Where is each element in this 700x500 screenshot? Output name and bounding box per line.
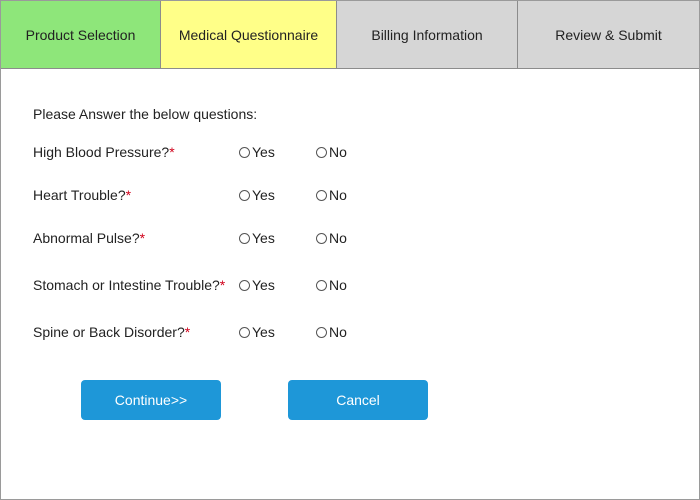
question-label: Abnormal Pulse?* [33,230,145,246]
radio-option-yes[interactable]: Yes [239,144,275,160]
question-text: Heart Trouble? [33,187,126,203]
tab-medical-questionnaire[interactable]: Medical Questionnaire [161,1,337,68]
question-abnormal-pulse: Abnormal Pulse?* Yes No [1,230,699,250]
radio-label-yes: Yes [252,144,275,160]
tab-label: Review & Submit [555,26,662,43]
tab-label: Product Selection [25,26,136,43]
question-label: Heart Trouble?* [33,187,131,203]
radio-button[interactable] [316,327,327,338]
radio-label-yes: Yes [252,230,275,246]
required-marker: * [125,187,132,203]
question-stomach-intestine-trouble: Stomach or Intestine Trouble?* Yes No [1,277,699,297]
radio-option-no[interactable]: No [316,230,347,246]
tab-label: Medical Questionnaire [178,26,319,43]
radio-option-yes[interactable]: Yes [239,187,275,203]
radio-label-yes: Yes [252,277,275,293]
radio-label-yes: Yes [252,187,275,203]
radio-label-no: No [329,144,347,160]
radio-option-no[interactable]: No [316,277,347,293]
continue-button[interactable]: Continue>> [81,380,221,420]
question-high-blood-pressure: High Blood Pressure?* Yes No [1,144,699,164]
radio-button[interactable] [316,233,327,244]
question-label: High Blood Pressure?* [33,144,175,160]
radio-option-no[interactable]: No [316,144,347,160]
radio-button[interactable] [239,327,250,338]
tab-billing-information[interactable]: Billing Information [337,1,518,68]
tab-review-submit[interactable]: Review & Submit [518,1,699,68]
radio-button[interactable] [239,280,250,291]
radio-option-yes[interactable]: Yes [239,230,275,246]
radio-button[interactable] [239,233,250,244]
cancel-button[interactable]: Cancel [288,380,428,420]
required-marker: * [169,144,175,160]
question-text: Spine or Back Disorder? [33,324,185,340]
question-label: Stomach or Intestine Trouble?* [33,277,225,293]
radio-button[interactable] [239,190,250,201]
radio-button[interactable] [239,147,250,158]
question-text: Abnormal Pulse? [33,230,140,246]
radio-label-no: No [329,230,347,246]
form-instructions: Please Answer the below questions: [33,106,258,122]
radio-button[interactable] [316,190,327,201]
required-marker: * [184,324,191,340]
radio-option-no[interactable]: No [316,324,347,340]
radio-label-no: No [329,277,347,293]
wizard-steps: Product Selection Medical Questionnaire … [1,1,699,69]
question-heart-trouble: Heart Trouble?* Yes No [1,187,699,207]
radio-label-yes: Yes [252,324,275,340]
app-window: Product Selection Medical Questionnaire … [0,0,700,500]
radio-button[interactable] [316,147,327,158]
radio-button[interactable] [316,280,327,291]
question-label: Spine or Back Disorder?* [33,324,190,340]
radio-option-yes[interactable]: Yes [239,277,275,293]
required-marker: * [139,230,146,246]
radio-option-no[interactable]: No [316,187,347,203]
question-text: Stomach or Intestine Trouble? [33,277,220,293]
question-text: High Blood Pressure? [33,144,170,160]
radio-label-no: No [329,187,347,203]
radio-option-yes[interactable]: Yes [239,324,275,340]
question-spine-back-disorder: Spine or Back Disorder?* Yes No [1,324,699,344]
tab-product-selection[interactable]: Product Selection [1,1,161,68]
radio-label-no: No [329,324,347,340]
required-marker: * [219,277,226,293]
tab-label: Billing Information [371,26,483,43]
